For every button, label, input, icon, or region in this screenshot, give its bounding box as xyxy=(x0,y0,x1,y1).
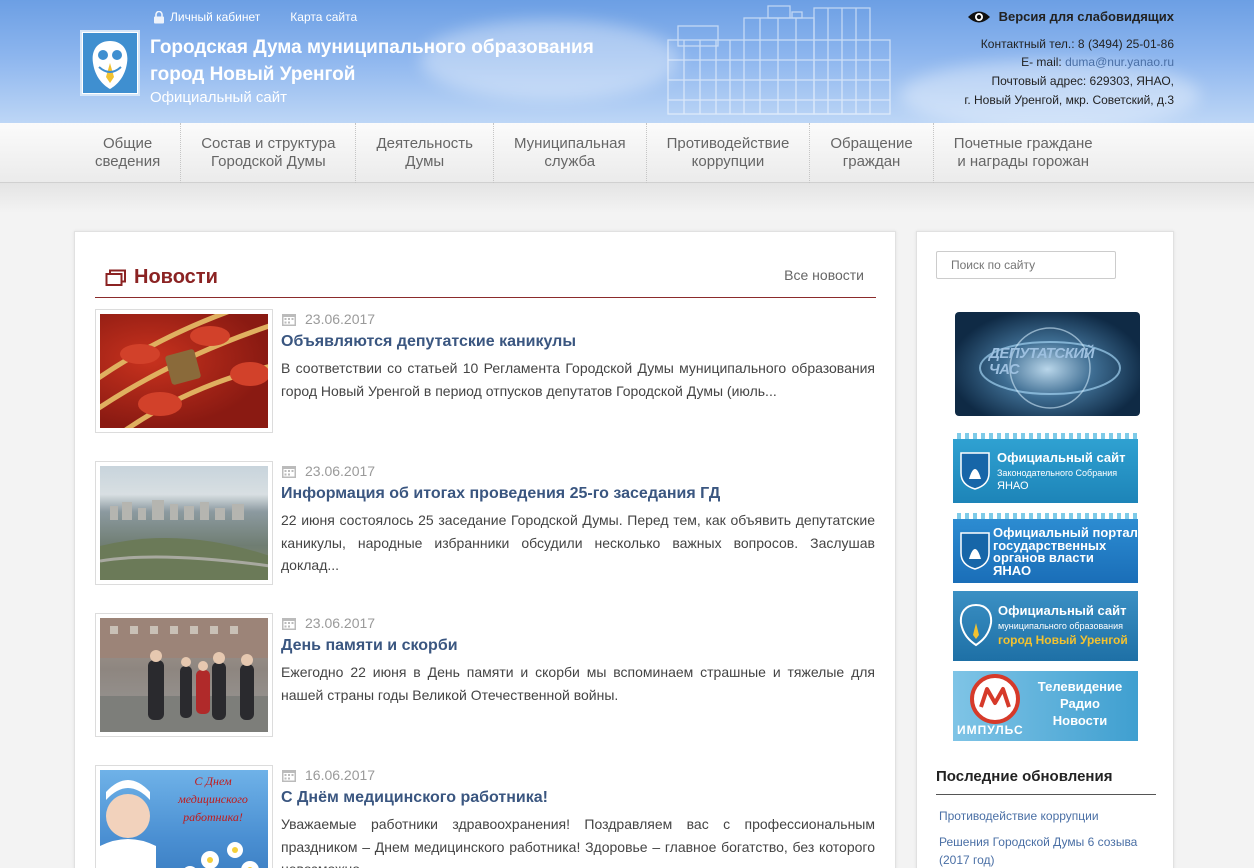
address-line1: Почтовый адрес: 629303, ЯНАО, xyxy=(991,74,1174,89)
banner4-line2: Радио xyxy=(1060,696,1100,711)
site-subtitle: Официальный сайт xyxy=(150,89,287,106)
personal-cabinet-label: Личный кабинет xyxy=(170,10,261,24)
city-emblem-icon xyxy=(959,603,993,647)
nav-activity[interactable]: Деятельность Думы xyxy=(356,123,494,183)
news-thumbnail-memorial[interactable] xyxy=(95,613,273,737)
nav-citizen-appeals[interactable]: Обращение граждан xyxy=(810,123,934,183)
news-excerpt: Ежегодно 22 июня в День памяти и скорби … xyxy=(281,664,875,703)
news-date-value: 23.06.2017 xyxy=(305,311,376,327)
news-item: 23.06.2017 День памяти и скорби Ежегодно… xyxy=(95,613,876,737)
nav-anti-corruption[interactable]: Противодействие коррупции xyxy=(647,123,811,183)
personal-cabinet-link[interactable]: Личный кабинет xyxy=(153,10,260,24)
government-portal-banner[interactable]: Официальный портал государственных орган… xyxy=(953,513,1138,583)
contacts-block: Версия для слабовидящих Контактный тел.:… xyxy=(874,8,1174,110)
memorial-event-image xyxy=(100,618,268,732)
impulse-logo-icon xyxy=(970,674,1020,724)
banner1-sub: Законодательного Собрания xyxy=(997,468,1118,478)
news-excerpt: Уважаемые работники здравоохранения! Поз… xyxy=(281,816,875,868)
news-icon xyxy=(105,269,126,286)
impulse-tv-banner[interactable]: ИМПУЛЬС Телевидение Радио Новости xyxy=(953,671,1138,741)
visually-impaired-label: Версия для слабовидящих xyxy=(998,9,1174,24)
news-date: 23.06.2017 xyxy=(281,311,375,327)
news-item: С Днем медицинского работника! 16.06.201… xyxy=(95,765,876,868)
email-link[interactable]: duma@nur.yanao.ru xyxy=(1065,55,1174,69)
news-date-value: 16.06.2017 xyxy=(305,767,376,783)
banner3-city: город Новый Уренгой xyxy=(998,633,1128,647)
yanao-emblem-icon xyxy=(960,532,990,570)
latest-updates-heading: Последние обновления xyxy=(936,768,1113,785)
nav-honorary-citizens[interactable]: Почетные граждане и награды горожан xyxy=(934,123,1113,183)
banner4-line1: Телевидение xyxy=(1037,679,1123,694)
lock-icon xyxy=(154,10,164,23)
news-header: Новости Все новости xyxy=(95,264,876,298)
visually-impaired-link[interactable]: Версия для слабовидящих xyxy=(874,8,1174,27)
banner2-region: ЯНАО xyxy=(993,563,1032,578)
news-title-link[interactable]: Информация об итогах проведения 25-го за… xyxy=(281,485,720,503)
contact-phone: Контактный тел.: 8 (3494) 25-01-86 xyxy=(980,36,1174,51)
nav-general-info[interactable]: Общие сведения xyxy=(75,123,182,183)
address-line2: г. Новый Уренгой, мкр. Советский, д.3 xyxy=(964,92,1174,107)
nav-structure[interactable]: Состав и структура Городской Думы xyxy=(181,123,357,183)
site-title[interactable]: Городская Дума муниципального образовани… xyxy=(150,34,594,88)
news-excerpt: В соответствии со статьей 10 Регламента … xyxy=(281,360,875,399)
site-title-line2: город Новый Уренгой xyxy=(150,64,356,85)
news-date: 23.06.2017 xyxy=(281,463,375,479)
news-item: 23.06.2017 Информация об итогах проведен… xyxy=(95,461,876,585)
email-label: E- mail: xyxy=(1021,55,1062,70)
news-thumbnail-medical-day[interactable]: С Днем медицинского работника! xyxy=(95,765,273,868)
nav-municipal-service[interactable]: Муниципальная служба xyxy=(494,123,647,183)
banner1-region: ЯНАО xyxy=(997,480,1029,492)
site-map-link[interactable]: Карта сайта xyxy=(290,10,357,24)
calendar-icon xyxy=(282,465,296,478)
site-search-input[interactable] xyxy=(936,251,1116,279)
all-news-link[interactable]: Все новости xyxy=(784,267,864,283)
sidebar: Депутатский час Официальный сайт Законод… xyxy=(916,231,1174,868)
ornament-strip xyxy=(953,433,1138,439)
banner3-sub: муниципального образования xyxy=(998,621,1124,631)
deputy-hour-video-banner[interactable]: Депутатский час xyxy=(955,312,1140,416)
update-link[interactable]: Противодействие коррупции xyxy=(939,807,1159,825)
banner1-title: Официальный сайт xyxy=(997,450,1126,465)
news-date-value: 23.06.2017 xyxy=(305,463,376,479)
news-thumbnail-city[interactable] xyxy=(95,461,273,585)
banner3-title: Официальный сайт xyxy=(998,603,1127,618)
impulse-brand-label: ИМПУЛЬС xyxy=(957,723,1024,737)
news-excerpt: 22 июня состоялось 25 заседание Городско… xyxy=(281,512,875,573)
chairs-image xyxy=(100,314,268,428)
news-item: 23.06.2017 Объявляются депутатские каник… xyxy=(95,309,876,433)
banner4-line3: Новости xyxy=(1052,713,1108,728)
coat-of-arms-logo[interactable] xyxy=(80,30,140,96)
news-thumbnail-chairs[interactable] xyxy=(95,309,273,433)
city-site-banner[interactable]: Официальный сайт муниципального образова… xyxy=(953,591,1138,661)
update-link[interactable]: Решения Городской Думы 6 созыва (2017 го… xyxy=(939,833,1159,868)
news-title-link[interactable]: С Днём медицинского работника! xyxy=(281,789,548,807)
news-title-link[interactable]: День памяти и скорби xyxy=(281,637,458,655)
news-panel: Новости Все новости 23.06.2017 Объявляют… xyxy=(74,231,896,868)
ornament-strip xyxy=(953,513,1138,519)
site-header: Личный кабинет Карта сайта Городская Дум… xyxy=(0,0,1254,123)
medical-card-caption: С Днем медицинского работника! xyxy=(178,774,248,824)
news-date-value: 23.06.2017 xyxy=(305,615,376,631)
news-date: 16.06.2017 xyxy=(281,767,375,783)
nav-shadow xyxy=(0,183,1254,213)
coat-of-arms-icon xyxy=(83,33,137,93)
legislative-assembly-banner[interactable]: Официальный сайт Законодательного Собран… xyxy=(953,433,1138,503)
calendar-icon xyxy=(282,769,296,782)
duma-building-image xyxy=(667,5,891,115)
news-title-link[interactable]: Объявляются депутатские каникулы xyxy=(281,333,576,351)
eye-icon xyxy=(967,11,990,23)
news-heading-label: Новости xyxy=(134,266,218,288)
news-heading: Новости xyxy=(105,266,218,289)
main-nav: Общие сведения Состав и структура Городс… xyxy=(0,123,1254,183)
contact-email-row: E- mail: duma@nur.yanao.ru xyxy=(874,53,1174,72)
yanao-emblem-icon xyxy=(960,452,990,490)
calendar-icon xyxy=(282,313,296,326)
city-aerial-image xyxy=(100,500,268,580)
video-banner-title: Депутатский час xyxy=(989,345,1095,378)
calendar-icon xyxy=(282,617,296,630)
news-date: 23.06.2017 xyxy=(281,615,375,631)
latest-updates-divider xyxy=(936,794,1156,795)
site-title-line1: Городская Дума муниципального образовани… xyxy=(150,37,594,58)
